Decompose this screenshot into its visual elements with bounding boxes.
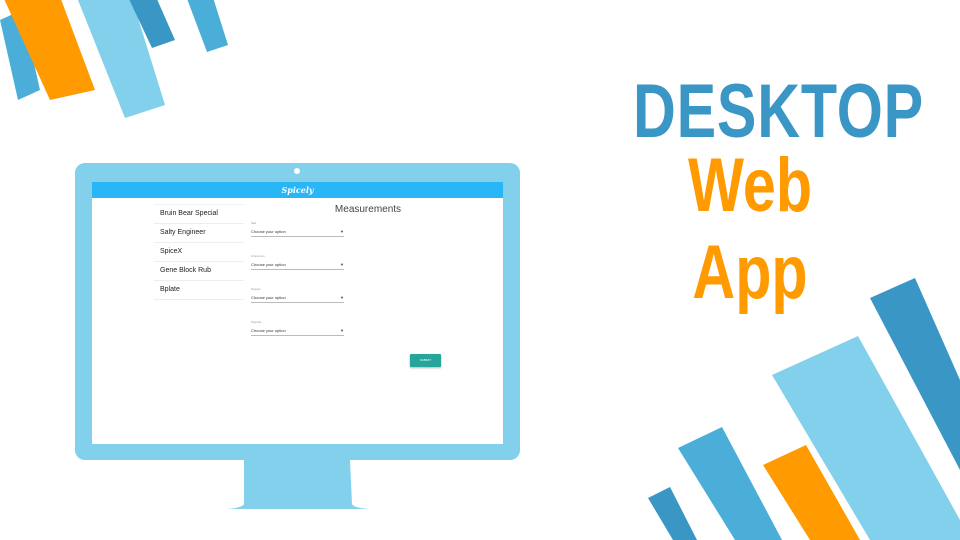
app-bar: Spicely — [92, 182, 503, 198]
caret-down-icon: ▼ — [340, 229, 344, 234]
submit-button[interactable]: SUBMIT — [410, 354, 441, 367]
list-item[interactable]: Gene Block Rub — [154, 262, 244, 281]
select-value: Choose your option — [251, 229, 286, 234]
select-value: Choose your option — [251, 328, 286, 333]
pepper-select[interactable]: Choose your option ▼ — [251, 294, 344, 303]
salt-field: Salt Choose your option ▼ — [248, 221, 344, 249]
field-label: Pepper — [251, 287, 261, 291]
list-item[interactable]: Salty Engineer — [154, 224, 244, 243]
monitor-screen: Spicely Bruin Bear Special Salty Enginee… — [92, 182, 503, 444]
app-brand[interactable]: Spicely — [281, 185, 313, 195]
cinnamon-field: Cinnamon Choose your option ▼ — [248, 254, 344, 282]
caret-down-icon: ▼ — [340, 262, 344, 267]
caret-down-icon: ▼ — [340, 295, 344, 300]
pepper-field: Pepper Choose your option ▼ — [248, 287, 344, 315]
select-value: Choose your option — [251, 262, 286, 267]
list-item[interactable]: Bplate — [154, 281, 244, 300]
salt-select[interactable]: Choose your option ▼ — [251, 228, 344, 237]
cinnamon-select[interactable]: Choose your option ▼ — [251, 261, 344, 270]
page-title: Measurements — [334, 204, 402, 215]
camera-dot — [294, 168, 300, 174]
stripe-blue-small-2 — [648, 487, 697, 540]
spice-list: Bruin Bear Special Salty Engineer SpiceX… — [154, 204, 244, 300]
slide-title-web-app: Web App — [687, 143, 813, 315]
paprika-field: Paprika Choose your option ▼ — [248, 320, 344, 348]
monitor-frame: Spicely Bruin Bear Special Salty Enginee… — [75, 163, 520, 460]
field-label: Salt — [251, 221, 257, 225]
monitor-stand — [226, 460, 370, 509]
list-item[interactable]: Bruin Bear Special — [154, 204, 244, 224]
field-label: Paprika — [251, 320, 262, 324]
stripe-blue-thin — [187, 0, 228, 52]
paprika-select[interactable]: Choose your option ▼ — [251, 327, 344, 336]
select-value: Choose your option — [251, 295, 286, 300]
caret-down-icon: ▼ — [340, 328, 344, 333]
measurements-panel: Measurements Salt Choose your option ▼ C… — [248, 204, 458, 353]
stripe-blue-mid — [678, 427, 782, 540]
field-label: Cinnamon — [251, 254, 265, 258]
list-item[interactable]: SpiceX — [154, 243, 244, 262]
